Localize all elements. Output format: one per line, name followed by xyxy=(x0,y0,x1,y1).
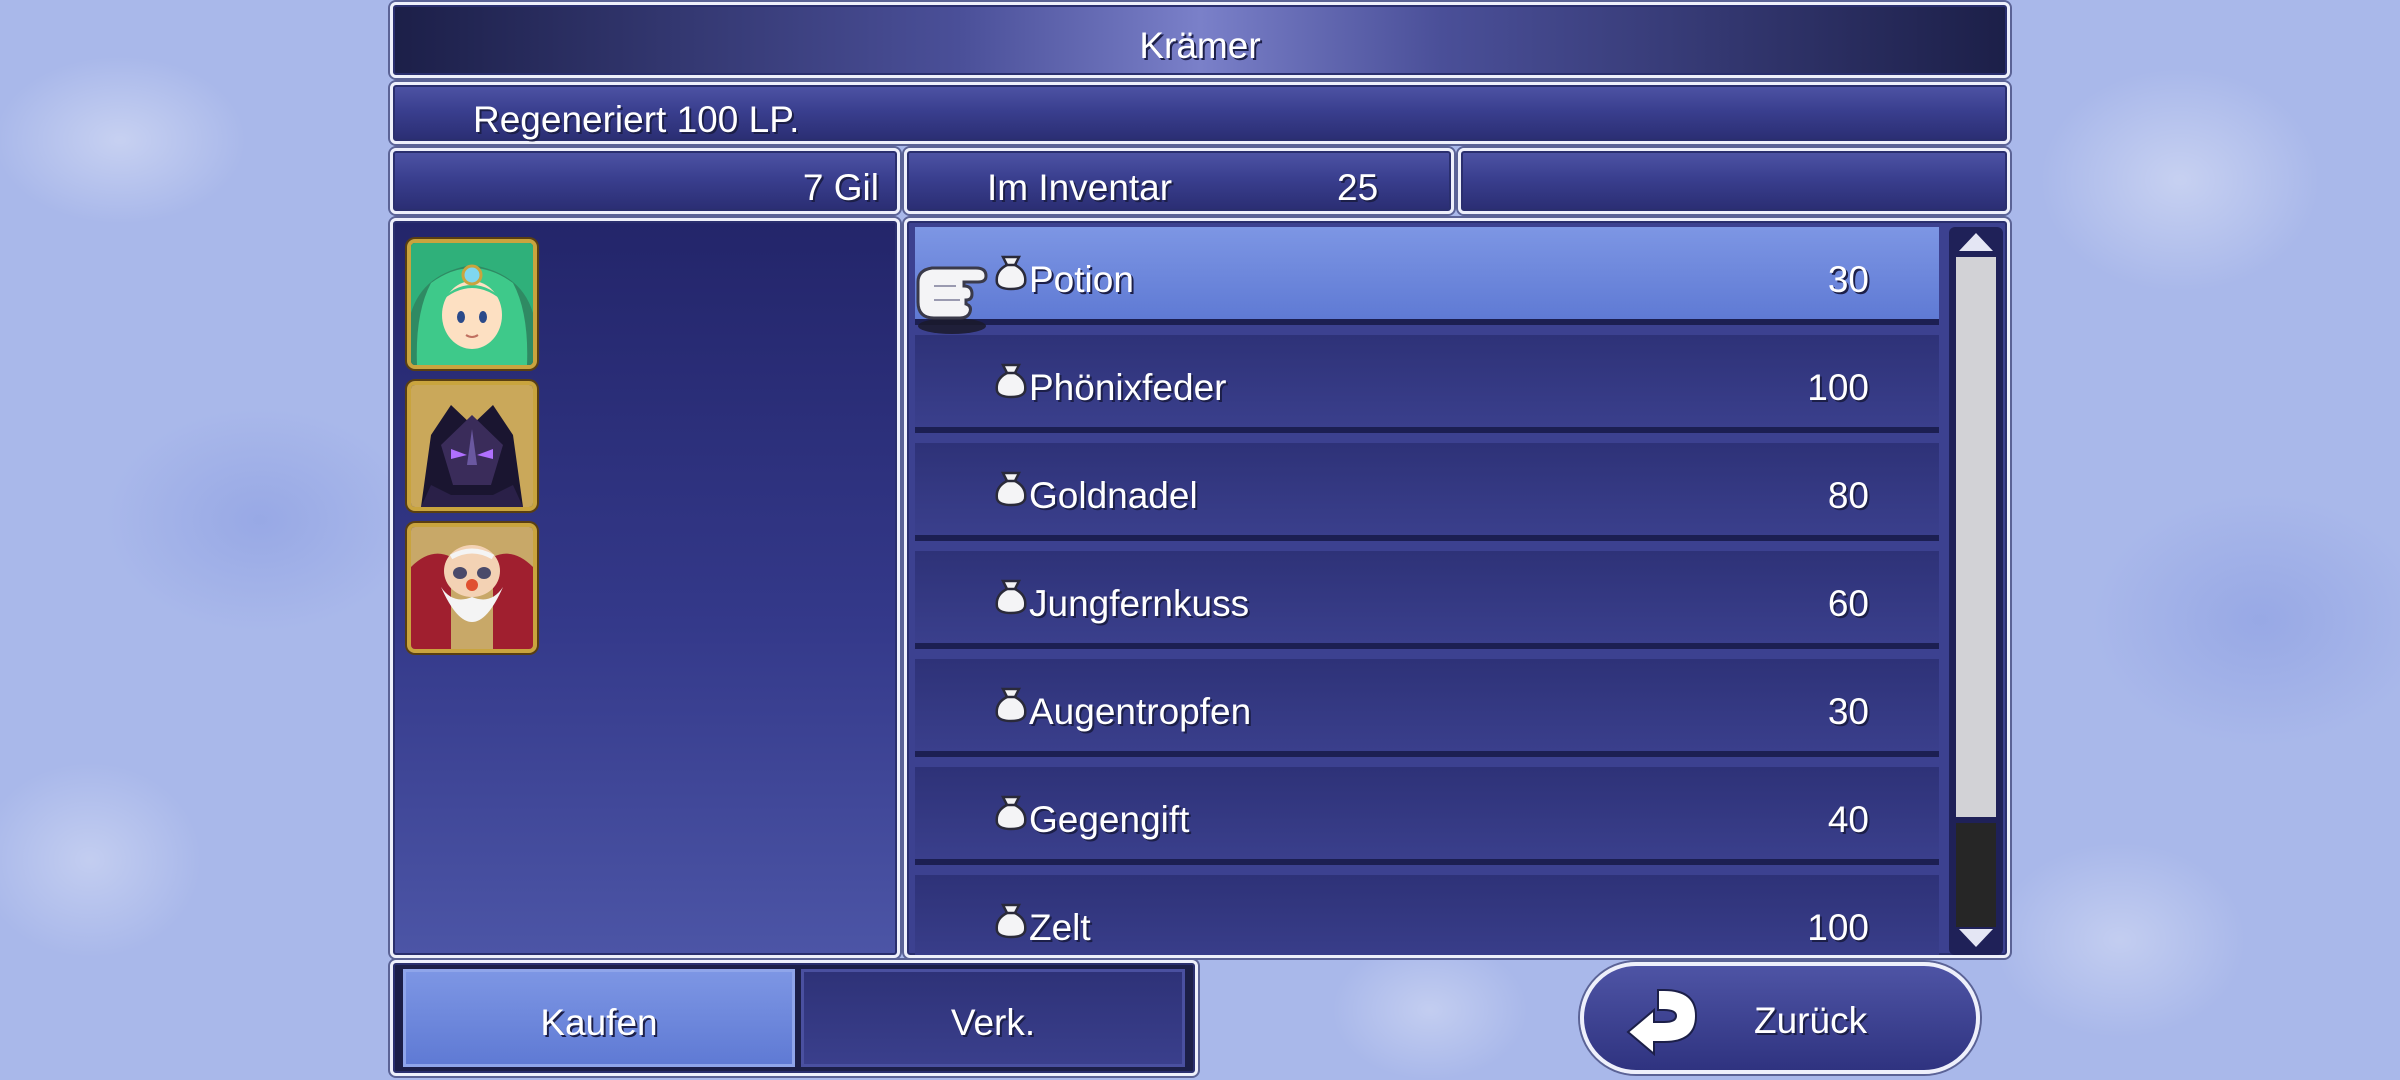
item-bag-icon xyxy=(995,687,1027,723)
shop-item-row[interactable]: Gegengift 40 xyxy=(915,767,1939,865)
gil-amount: 7 Gil xyxy=(802,167,879,208)
item-description: Regeneriert 100 LP. xyxy=(473,99,800,140)
item-name: Zelt xyxy=(1029,907,1091,948)
back-button[interactable]: Zurück xyxy=(1580,962,1980,1074)
shop-item-row[interactable]: Phönixfeder 100 xyxy=(915,335,1939,433)
scrollbar-track-remainder xyxy=(1956,823,1996,927)
item-bag-icon xyxy=(995,363,1027,399)
scrollbar-thumb[interactable] xyxy=(1956,257,1996,817)
item-price: 30 xyxy=(1827,691,1869,732)
party-portrait-cecil xyxy=(407,381,537,511)
party-portrait-rydia xyxy=(407,239,537,369)
item-price: 30 xyxy=(1827,259,1869,300)
shop-item-row[interactable]: Goldnadel 80 xyxy=(915,443,1939,541)
party-portrait-tellah xyxy=(407,523,537,653)
gil-display: 7 Gil xyxy=(390,148,900,214)
scrollbar[interactable] xyxy=(1949,227,2003,955)
inventory-label: Im Inventar xyxy=(987,167,1173,208)
shop-mode-tabs: Kaufen Verk. xyxy=(390,960,1198,1076)
item-bag-icon xyxy=(995,903,1027,939)
inventory-display: Im Inventar 25 xyxy=(904,148,1454,214)
tab-sell-label: Verk. xyxy=(950,1002,1036,1043)
shop-title-bar: Krämer xyxy=(390,2,2010,78)
inventory-count: 25 xyxy=(1337,167,1379,208)
item-name: Phönixfeder xyxy=(1029,367,1227,408)
item-name: Jungfernkuss xyxy=(1029,583,1250,624)
shop-item-list[interactable]: Potion 30 Phönixfeder 100 Goldnadel 80 Jungfer… xyxy=(904,218,2010,958)
pointing-hand-cursor-icon xyxy=(916,266,988,334)
item-price: 80 xyxy=(1827,475,1869,516)
shop-item-row[interactable]: Potion 30 xyxy=(915,227,1939,325)
shop-item-row[interactable]: Zelt 100 xyxy=(915,875,1939,955)
party-panel xyxy=(390,218,900,958)
item-price: 100 xyxy=(1807,907,1869,948)
tab-buy[interactable]: Kaufen xyxy=(403,969,795,1067)
empty-info-box xyxy=(1458,148,2010,214)
item-price: 100 xyxy=(1807,367,1869,408)
item-price: 60 xyxy=(1827,583,1869,624)
item-name: Augentropfen xyxy=(1029,691,1252,732)
tab-sell[interactable]: Verk. xyxy=(801,969,1185,1067)
item-bag-icon xyxy=(995,471,1027,507)
return-arrow-icon xyxy=(1626,989,1698,1057)
item-bag-icon xyxy=(995,579,1027,615)
item-name: Goldnadel xyxy=(1029,475,1198,516)
item-bag-icon xyxy=(995,795,1027,831)
scroll-down-icon[interactable] xyxy=(1959,929,1993,947)
item-price: 40 xyxy=(1827,799,1869,840)
item-name: Potion xyxy=(1029,259,1134,300)
tab-buy-label: Kaufen xyxy=(540,1002,658,1043)
back-button-label: Zurück xyxy=(1754,1000,1868,1041)
item-name: Gegengift xyxy=(1029,799,1190,840)
shop-item-row[interactable]: Jungfernkuss 60 xyxy=(915,551,1939,649)
item-description-bar: Regeneriert 100 LP. xyxy=(390,82,2010,144)
shop-item-row[interactable]: Augentropfen 30 xyxy=(915,659,1939,757)
shop-title: Krämer xyxy=(1139,25,1261,66)
scroll-up-icon[interactable] xyxy=(1959,233,1993,251)
